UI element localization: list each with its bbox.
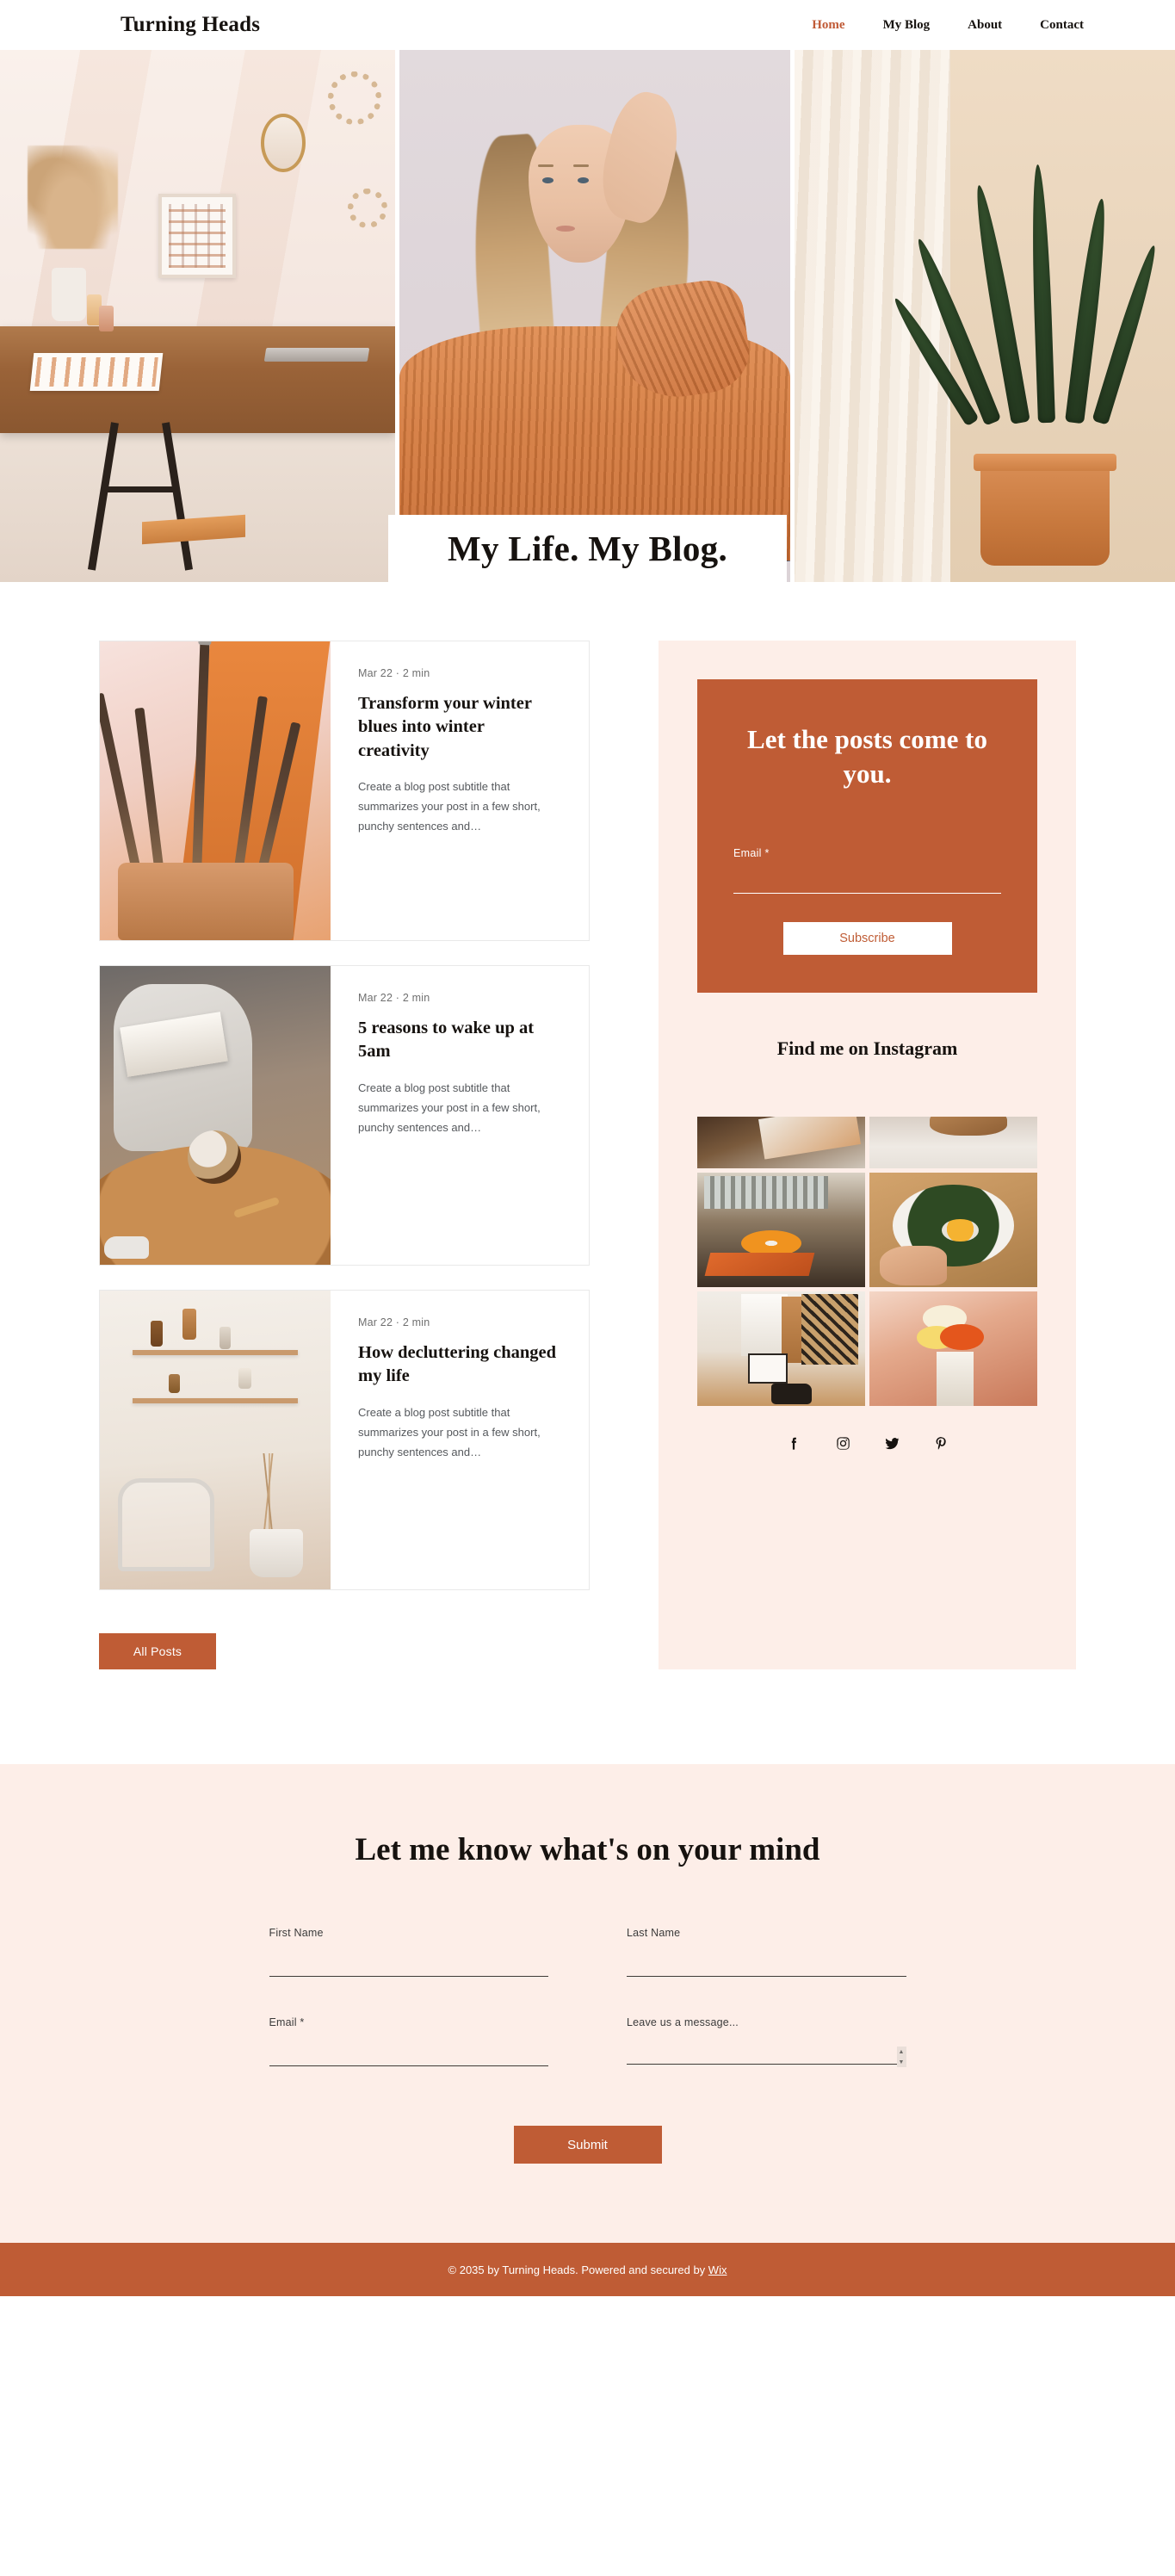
message-field: Leave us a message... ▲ ▼ (627, 2016, 906, 2069)
post-read-time: 2 min (402, 992, 430, 1004)
contact-form: First Name Last Name Email * Leave us a … (269, 1927, 906, 2164)
instagram-tile-clothes-rack[interactable] (697, 1291, 865, 1407)
subscribe-email-label: Email * (733, 847, 770, 860)
wix-link[interactable]: Wix (708, 2263, 727, 2276)
contact-title: Let me know what's on your mind (355, 1832, 820, 1867)
post-meta-separator: · (395, 667, 400, 679)
post-excerpt: Create a blog post subtitle that summari… (358, 779, 541, 833)
subscribe-box: Let the posts come to you. Email * Subsc… (697, 679, 1037, 994)
first-name-field: First Name (269, 1927, 548, 1978)
instagram-tile-balloons[interactable] (869, 1291, 1037, 1407)
post-body: Mar 22 · 2 min Transform your winter blu… (331, 641, 589, 940)
blog-post-card[interactable]: Mar 22 · 2 min How decluttering changed … (99, 1290, 590, 1590)
post-meta-separator: · (395, 992, 400, 1004)
chevron-up-icon: ▲ (898, 2048, 905, 2055)
subscribe-button[interactable]: Subscribe (782, 922, 952, 956)
pinterest-icon[interactable] (933, 1435, 949, 1452)
instagram-tile-magazine[interactable] (697, 1117, 865, 1169)
facebook-icon[interactable] (786, 1435, 802, 1452)
email-field: Email * (269, 2016, 548, 2069)
sidebar: Let the posts come to you. Email * Subsc… (659, 641, 1076, 1669)
post-date: Mar 22 (358, 667, 393, 679)
post-meta: Mar 22 · 2 min (358, 667, 560, 679)
hero-image-plant (794, 50, 1175, 582)
subscribe-email-input[interactable] (733, 871, 1001, 895)
post-thumbnail-interior[interactable] (100, 1291, 331, 1589)
submit-row: Submit (269, 2126, 906, 2164)
post-read-time: 2 min (402, 1316, 430, 1328)
post-meta: Mar 22 · 2 min (358, 1316, 560, 1328)
brand-logo[interactable]: Turning Heads (121, 13, 260, 37)
instagram-tile-kale-bowl[interactable] (869, 1173, 1037, 1288)
chevron-down-icon: ▼ (898, 2059, 905, 2065)
last-name-label: Last Name (627, 1927, 681, 1939)
post-title[interactable]: How decluttering changed my life (358, 1341, 560, 1389)
post-meta-separator: · (395, 1316, 400, 1328)
blog-post-card[interactable]: Mar 22 · 2 min 5 reasons to wake up at 5… (99, 965, 590, 1266)
instagram-title: Find me on Instagram (776, 1037, 958, 1060)
submit-button[interactable]: Submit (513, 2126, 662, 2164)
post-thumbnail-paintbrushes[interactable] (100, 641, 331, 940)
nav-item-contact[interactable]: Contact (1040, 18, 1084, 33)
post-thumbnail-reading[interactable] (100, 966, 331, 1265)
email-input[interactable] (269, 2054, 548, 2066)
post-date: Mar 22 (358, 992, 393, 1004)
instagram-icon[interactable] (835, 1435, 851, 1452)
hero-title: My Life. My Blog. (447, 529, 728, 568)
footer-credit: © 2035 by Turning Heads. Powered and sec… (448, 2263, 727, 2276)
subscribe-title: Let the posts come to you. (747, 724, 987, 789)
hero-image-office (0, 50, 396, 582)
message-textarea[interactable] (627, 2053, 906, 2065)
hero-title-plaque: My Life. My Blog. (388, 515, 787, 582)
email-label: Email * (269, 2016, 305, 2028)
first-name-input[interactable] (269, 1965, 548, 1977)
instagram-tile-record-player[interactable] (697, 1173, 865, 1288)
contact-section: Let me know what's on your mind First Na… (0, 1764, 1175, 2243)
message-label: Leave us a message... (627, 2016, 739, 2028)
main-content: Mar 22 · 2 min Transform your winter blu… (0, 582, 1175, 1764)
post-meta: Mar 22 · 2 min (358, 992, 560, 1004)
hero-section: My Life. My Blog. (0, 50, 1175, 582)
post-read-time: 2 min (402, 667, 430, 679)
nav-item-my-blog[interactable]: My Blog (883, 18, 931, 33)
post-body: Mar 22 · 2 min How decluttering changed … (331, 1291, 589, 1589)
footer-copyright: © 2035 by Turning Heads. Powered and sec… (448, 2263, 708, 2276)
all-posts-button[interactable]: All Posts (99, 1633, 216, 1669)
social-links (697, 1435, 1037, 1452)
post-title[interactable]: 5 reasons to wake up at 5am (358, 1017, 560, 1064)
instagram-tile-dog-bed[interactable] (869, 1117, 1037, 1169)
post-title[interactable]: Transform your winter blues into winter … (358, 692, 560, 763)
instagram-grid (697, 1117, 1037, 1407)
nav-item-home[interactable]: Home (812, 18, 844, 33)
first-name-label: First Name (269, 1927, 324, 1939)
hero-image-portrait (399, 50, 790, 582)
last-name-field: Last Name (627, 1927, 906, 1978)
site-footer: © 2035 by Turning Heads. Powered and sec… (0, 2243, 1175, 2296)
post-body: Mar 22 · 2 min 5 reasons to wake up at 5… (331, 966, 589, 1265)
nav-item-about[interactable]: About (968, 18, 1002, 33)
blog-post-list: Mar 22 · 2 min Transform your winter blu… (99, 641, 590, 1669)
blog-post-card[interactable]: Mar 22 · 2 min Transform your winter blu… (99, 641, 590, 941)
post-date: Mar 22 (358, 1316, 393, 1328)
post-excerpt: Create a blog post subtitle that summari… (358, 1081, 541, 1134)
post-excerpt: Create a blog post subtitle that summari… (358, 1405, 541, 1458)
site-header: Turning Heads Home My Blog About Contact (0, 0, 1175, 50)
textarea-resize-handle[interactable]: ▲ ▼ (896, 2047, 906, 2067)
main-navigation: Home My Blog About Contact (812, 18, 1084, 33)
twitter-icon[interactable] (884, 1435, 900, 1452)
last-name-input[interactable] (627, 1965, 906, 1977)
